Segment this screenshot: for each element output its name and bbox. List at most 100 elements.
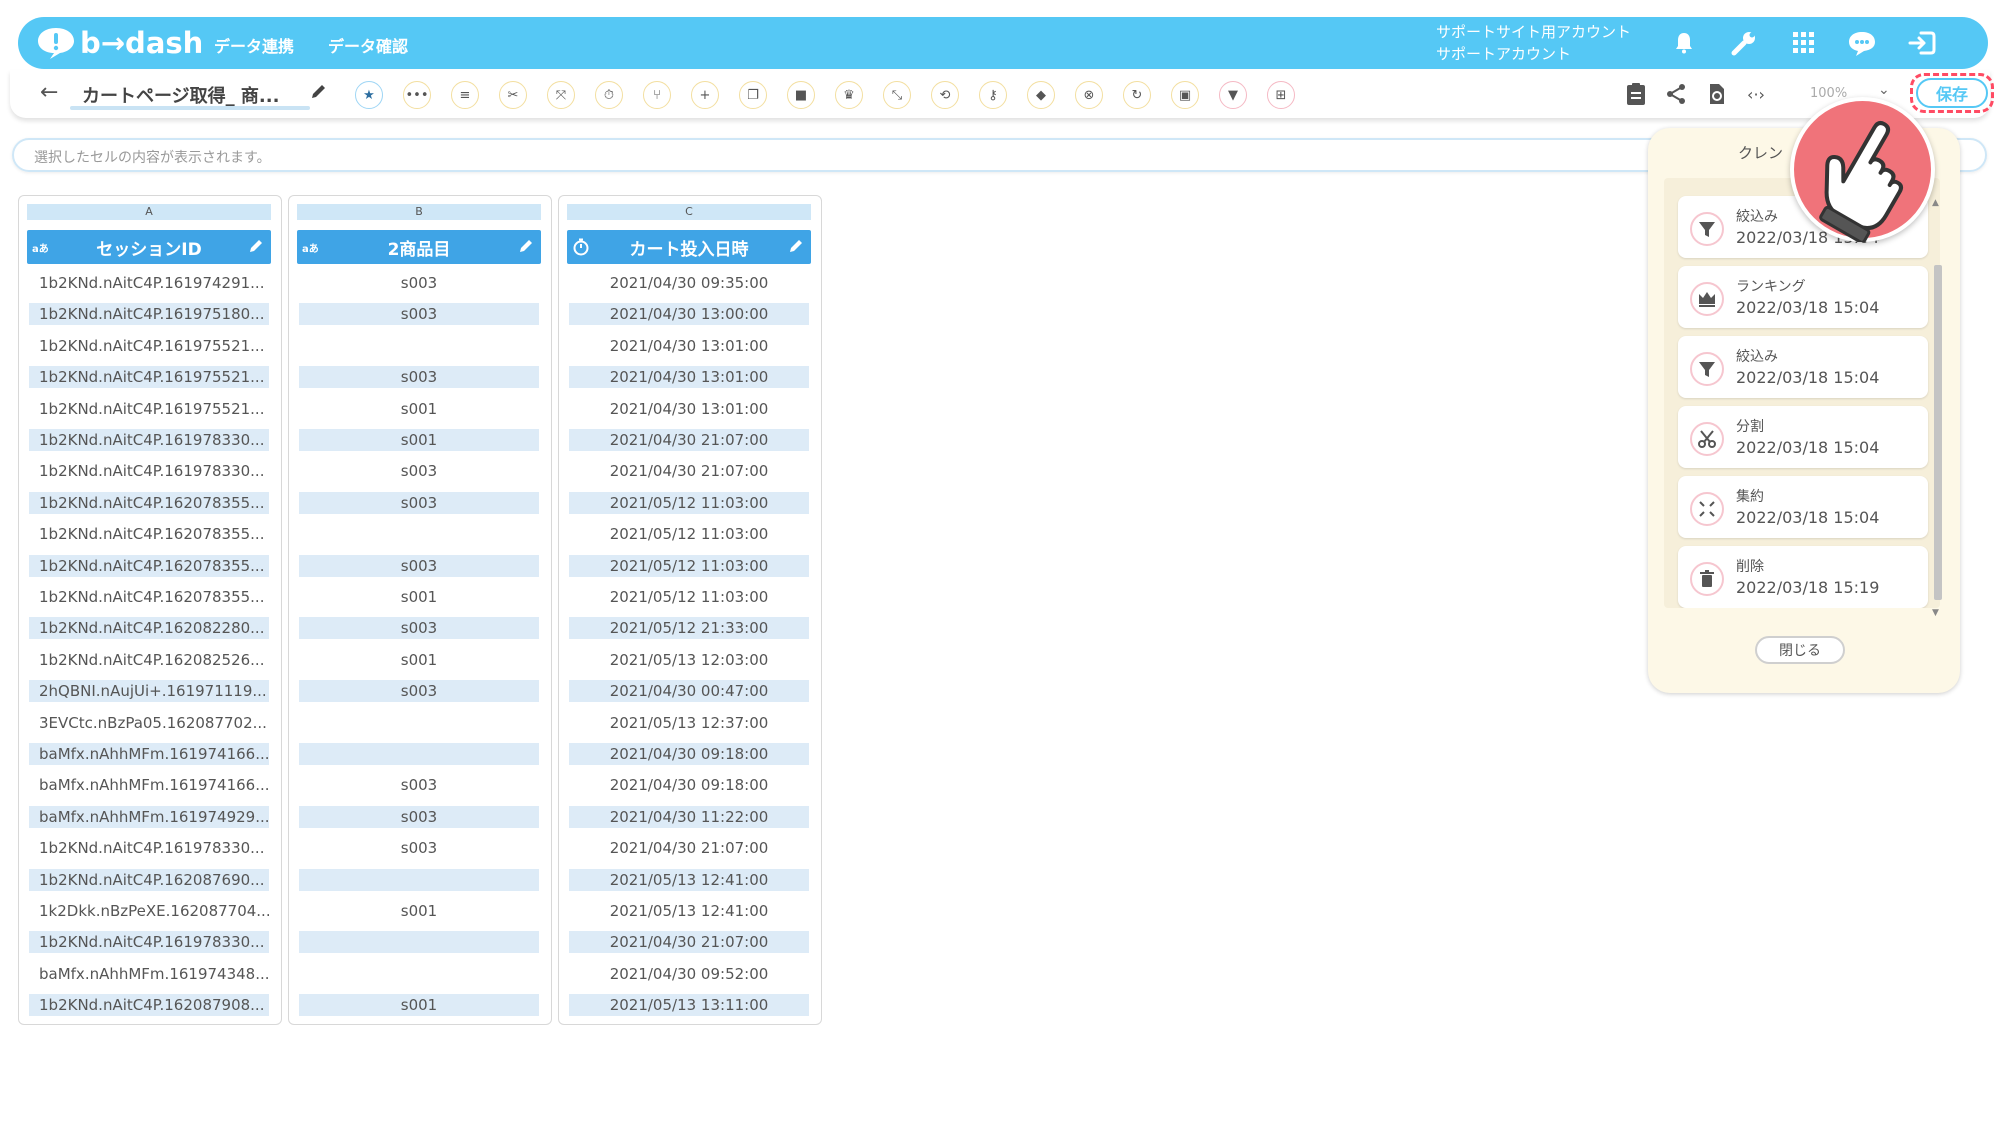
box-icon[interactable]: ◆	[1027, 81, 1055, 109]
list-icon[interactable]: ≡	[451, 81, 479, 109]
edit-column-icon[interactable]	[788, 238, 804, 254]
table-cell[interactable]	[299, 712, 539, 734]
history-list[interactable]: 絞込み 2022/03/18 15:04 ランキング 2022/03/18 15:04…	[1664, 178, 1940, 608]
table-cell[interactable]: 2021/04/30 13:00:00	[569, 303, 809, 326]
aggregate-icon[interactable]: ⤧	[547, 81, 575, 109]
history-item[interactable]: 分割 2022/03/18 15:04	[1678, 406, 1928, 468]
table-cell[interactable]	[299, 868, 539, 891]
table-cell[interactable]: s003	[299, 366, 539, 389]
table-cell[interactable]: 2021/04/30 13:01:00	[569, 398, 809, 420]
nav-data-integration[interactable]: データ連携	[214, 33, 294, 57]
collapse-icon[interactable]: ⤡	[883, 81, 911, 109]
table-cell[interactable]: 1b2KNd.nAitC4P.161975180...	[29, 303, 269, 326]
table-cell[interactable]: baMfx.nAhhMFm.161974166...	[29, 743, 269, 765]
history-item[interactable]: 削除 2022/03/18 15:19	[1678, 546, 1928, 608]
wrench-icon[interactable]	[1728, 27, 1760, 59]
chevron-down-icon[interactable]: ⌄	[1878, 82, 1890, 98]
table-cell[interactable]: s001	[299, 429, 539, 451]
table-cell[interactable]: 2021/05/12 11:03:00	[569, 491, 809, 514]
table-cell[interactable]: s001	[299, 649, 539, 671]
refresh-icon[interactable]	[1702, 80, 1730, 108]
table-cell[interactable]: 1b2KNd.nAitC4P.162087690...	[29, 868, 269, 891]
table-cell[interactable]: 2021/04/30 13:01:00	[569, 335, 809, 357]
key-icon[interactable]: ⚷	[979, 81, 1007, 109]
table-cell[interactable]: 2021/04/30 11:22:00	[569, 805, 809, 828]
table-cell[interactable]	[299, 931, 539, 954]
filter-icon[interactable]: ▼	[1219, 81, 1247, 109]
table-cell[interactable]: 1b2KNd.nAitC4P.161975521...	[29, 366, 269, 389]
account-info[interactable]: サポートサイト用アカウント サポートアカウント	[1436, 21, 1631, 65]
table-cell[interactable]: 2021/05/13 13:11:00	[569, 994, 809, 1017]
table-cell[interactable]: 2021/04/30 21:07:00	[569, 931, 809, 954]
table-cell[interactable]: 2hQBNI.nAujUi+.161971119...	[29, 680, 269, 703]
table-cell[interactable]	[299, 523, 539, 545]
table-cell[interactable]: s001	[299, 398, 539, 420]
table-cell[interactable]: 2021/04/30 13:01:00	[569, 366, 809, 389]
table-cell[interactable]: baMfx.nAhhMFm.161974348...	[29, 963, 269, 985]
table-cell[interactable]: s001	[299, 994, 539, 1017]
share-icon[interactable]	[1662, 80, 1690, 108]
close-button[interactable]: 閉じる	[1755, 636, 1845, 664]
cancel-icon[interactable]: ⊗	[1075, 81, 1103, 109]
table-cell[interactable]: 1b2KNd.nAitC4P.161974291...	[29, 272, 269, 294]
table-cell[interactable]: 2021/04/30 21:07:00	[569, 429, 809, 451]
add-icon[interactable]: +	[691, 81, 719, 109]
table-cell[interactable]	[299, 335, 539, 357]
page-title[interactable]: カートページ取得_ 商...	[82, 82, 279, 108]
table-cell[interactable]: 2021/04/30 00:47:00	[569, 680, 809, 703]
history-item[interactable]: 絞込み 2022/03/18 15:04	[1678, 336, 1928, 398]
copy-icon[interactable]: ❐	[739, 81, 767, 109]
table-cell[interactable]: s001	[299, 586, 539, 608]
repeat-icon[interactable]: ⟲	[931, 81, 959, 109]
table-cell[interactable]: s001	[299, 900, 539, 922]
table-cell[interactable]: 1b2KNd.nAitC4P.161978330...	[29, 837, 269, 859]
table-cell[interactable]: s003	[299, 460, 539, 482]
logout-icon[interactable]	[1906, 27, 1938, 59]
edit-title-icon[interactable]	[310, 82, 328, 104]
table-cell[interactable]: 2021/05/13 12:41:00	[569, 868, 809, 891]
crown-icon[interactable]: ♛	[835, 81, 863, 109]
table-cell[interactable]: s003	[299, 805, 539, 828]
pivot-icon[interactable]: ⊞	[1267, 81, 1295, 109]
table-cell[interactable]: 2021/05/12 11:03:00	[569, 523, 809, 545]
table-cell[interactable]: 1b2KNd.nAitC4P.161978330...	[29, 931, 269, 954]
chat-icon[interactable]	[1846, 27, 1878, 59]
column-header[interactable]: カート投入日時	[567, 230, 811, 264]
table-cell[interactable]: baMfx.nAhhMFm.161974929...	[29, 805, 269, 828]
trash-icon[interactable]: ■	[787, 81, 815, 109]
table-cell[interactable]	[299, 963, 539, 985]
scroll-down-icon[interactable]: ▼	[1932, 608, 1939, 618]
history-item[interactable]: ランキング 2022/03/18 15:04	[1678, 266, 1928, 328]
back-arrow-icon[interactable]: ←	[40, 80, 58, 105]
table-cell[interactable]: 2021/04/30 09:35:00	[569, 272, 809, 294]
grid-icon[interactable]	[1788, 27, 1820, 59]
table-cell[interactable]	[299, 743, 539, 765]
table-cell[interactable]: s003	[299, 617, 539, 640]
nav-data-check[interactable]: データ確認	[328, 33, 408, 57]
table-cell[interactable]: s003	[299, 837, 539, 859]
table-cell[interactable]: 2021/04/30 09:18:00	[569, 743, 809, 765]
column-letter[interactable]: C	[567, 204, 811, 220]
more-icon[interactable]: •••	[403, 81, 431, 109]
table-cell[interactable]: 1b2KNd.nAitC4P.162078355...	[29, 523, 269, 545]
table-cell[interactable]: 1k2Dkk.nBzPeXE.162087704...	[29, 900, 269, 922]
table-cell[interactable]: s003	[299, 491, 539, 514]
table-cell[interactable]: 2021/05/13 12:41:00	[569, 900, 809, 922]
column-letter[interactable]: A	[27, 204, 271, 220]
table-cell[interactable]: baMfx.nAhhMFm.161974166...	[29, 774, 269, 796]
bell-icon[interactable]	[1668, 27, 1700, 59]
table-cell[interactable]: 2021/05/13 12:37:00	[569, 712, 809, 734]
table-cell[interactable]: 2021/05/13 12:03:00	[569, 649, 809, 671]
table-cell[interactable]: 1b2KNd.nAitC4P.161978330...	[29, 460, 269, 482]
table-cell[interactable]: 1b2KNd.nAitC4P.162082280...	[29, 617, 269, 640]
column-header[interactable]: aあ 2商品目	[297, 230, 541, 264]
merge-icon[interactable]: ⑂	[643, 81, 671, 109]
table-cell[interactable]: s003	[299, 680, 539, 703]
scrollbar-thumb[interactable]	[1934, 265, 1942, 600]
history-item[interactable]: 集約 2022/03/18 15:04	[1678, 476, 1928, 538]
table-cell[interactable]: 1b2KNd.nAitC4P.162078355...	[29, 554, 269, 577]
table-cell[interactable]: 1b2KNd.nAitC4P.161975521...	[29, 335, 269, 357]
table-cell[interactable]: 1b2KNd.nAitC4P.161978330...	[29, 429, 269, 451]
table-cell[interactable]: 1b2KNd.nAitC4P.162078355...	[29, 491, 269, 514]
table-cell[interactable]: 2021/04/30 09:18:00	[569, 774, 809, 796]
